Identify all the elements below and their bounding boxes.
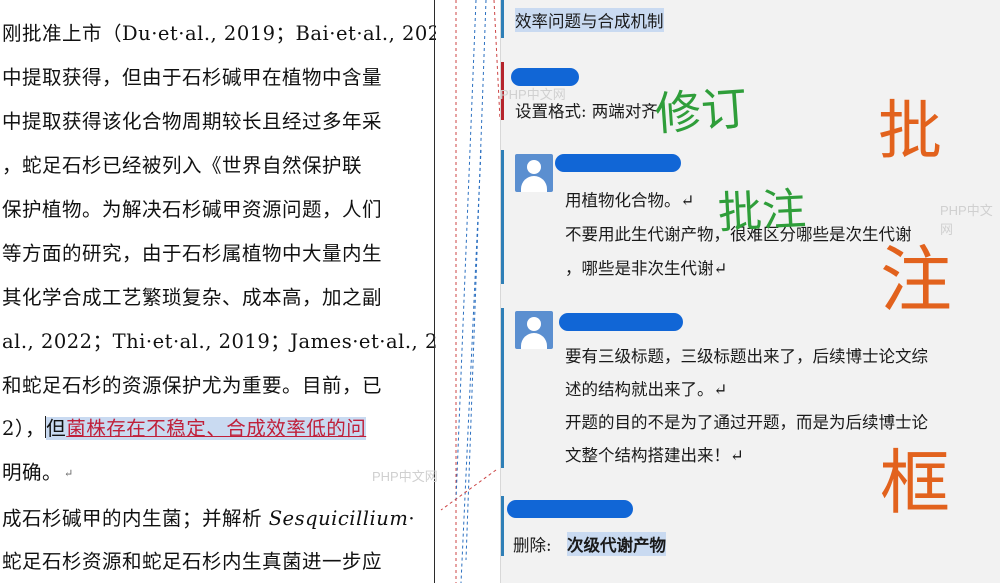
markup-bar: [501, 0, 504, 38]
comment-text[interactable]: 用植物化合物。↵: [565, 187, 694, 211]
markup-bar: [501, 150, 504, 284]
user-avatar-icon: [515, 311, 553, 349]
doc-line: 明确。 ↵: [2, 456, 74, 485]
doc-text: 明确。: [2, 461, 63, 484]
doc-line: 中提取获得该化合物周期较长且经过多年采: [2, 110, 383, 133]
doc-text: 2），: [2, 417, 46, 440]
handwritten-kuang-label: 框: [880, 442, 950, 524]
doc-line: 保护植物。为解决石杉碱甲资源问题，人们: [2, 198, 383, 221]
redacted-author: [507, 500, 633, 518]
doc-line: 蛇足石杉资源和蛇足石杉内生真菌进一步应: [2, 550, 383, 573]
user-avatar-icon: [515, 154, 553, 192]
doc-line: ，蛇足石杉已经被列入《世界自然保护联: [2, 154, 363, 177]
comment-text[interactable]: 要有三级标题，三级标题出来了，后续博士论文综: [565, 343, 928, 367]
doc-line: al., 2022；Thi·et·al., 2019；James·et·al.,…: [2, 330, 436, 353]
doc-text: ·: [408, 507, 416, 530]
doc-line-tracked: 2），但菌株存在不稳定、合成效率低的问: [2, 412, 367, 441]
doc-line: 和蛇足石杉的资源保护尤为重要。目前，已: [2, 374, 383, 397]
page-edge: [434, 0, 435, 583]
comment-text[interactable]: ，哪些是非次生代谢↵: [565, 255, 727, 279]
handwritten-pi-label: 批: [878, 95, 942, 169]
handwritten-comment-label: 批注: [716, 183, 808, 240]
watermark: PHP中文网: [500, 87, 566, 102]
watermark: PHP中文网: [940, 203, 993, 237]
paragraph-mark-icon: ↵: [64, 467, 74, 480]
italic-species-name: Sesquicillium: [268, 507, 409, 530]
doc-line: 等方面的研究，由于石杉属植物中大量内生: [2, 242, 383, 265]
connector-lines: [440, 0, 500, 583]
redacted-author: [555, 154, 681, 172]
comment-anchor-text[interactable]: 效率问题与合成机制: [515, 8, 664, 32]
watermark: PHP中文网: [372, 469, 438, 484]
markup-bar: [501, 308, 504, 468]
markup-bar: [501, 496, 504, 556]
deletion-label: 删除:: [513, 536, 552, 555]
document-page[interactable]: 刚批准上市（Du·et·al., 2019；Bai·et·al., 2022； …: [0, 0, 436, 583]
markup-gutter: [436, 0, 500, 583]
doc-line: 成石杉碱甲的内生菌；并解析 Sesquicillium·: [2, 502, 415, 531]
doc-line: 刚批准上市（Du·et·al., 2019；Bai·et·al., 2022；: [2, 22, 436, 45]
doc-line: 其化学合成工艺繁琐复杂、成本高，加之副: [2, 286, 383, 309]
selected-text[interactable]: 但: [46, 417, 67, 440]
comment-text[interactable]: 开题的目的不是为了通过开题，而是为后续博士论: [565, 409, 928, 433]
deletion-value[interactable]: 次级代谢产物: [567, 532, 666, 556]
comment-text[interactable]: 述的结构就出来了。↵: [565, 376, 727, 400]
handwritten-revise-label: 修订: [653, 80, 749, 142]
handwritten-zhu-label: 注: [880, 238, 953, 322]
deleted-text[interactable]: 菌株存在不稳定、合成效率低的问: [66, 417, 367, 440]
doc-line: 中提取获得，但由于石杉碱甲在植物中含量: [2, 66, 383, 89]
comment-text[interactable]: 文整个结构搭建出来！↵: [565, 442, 744, 466]
doc-text: 成石杉碱甲的内生菌；并解析: [2, 507, 269, 530]
redacted-author: [559, 313, 683, 331]
